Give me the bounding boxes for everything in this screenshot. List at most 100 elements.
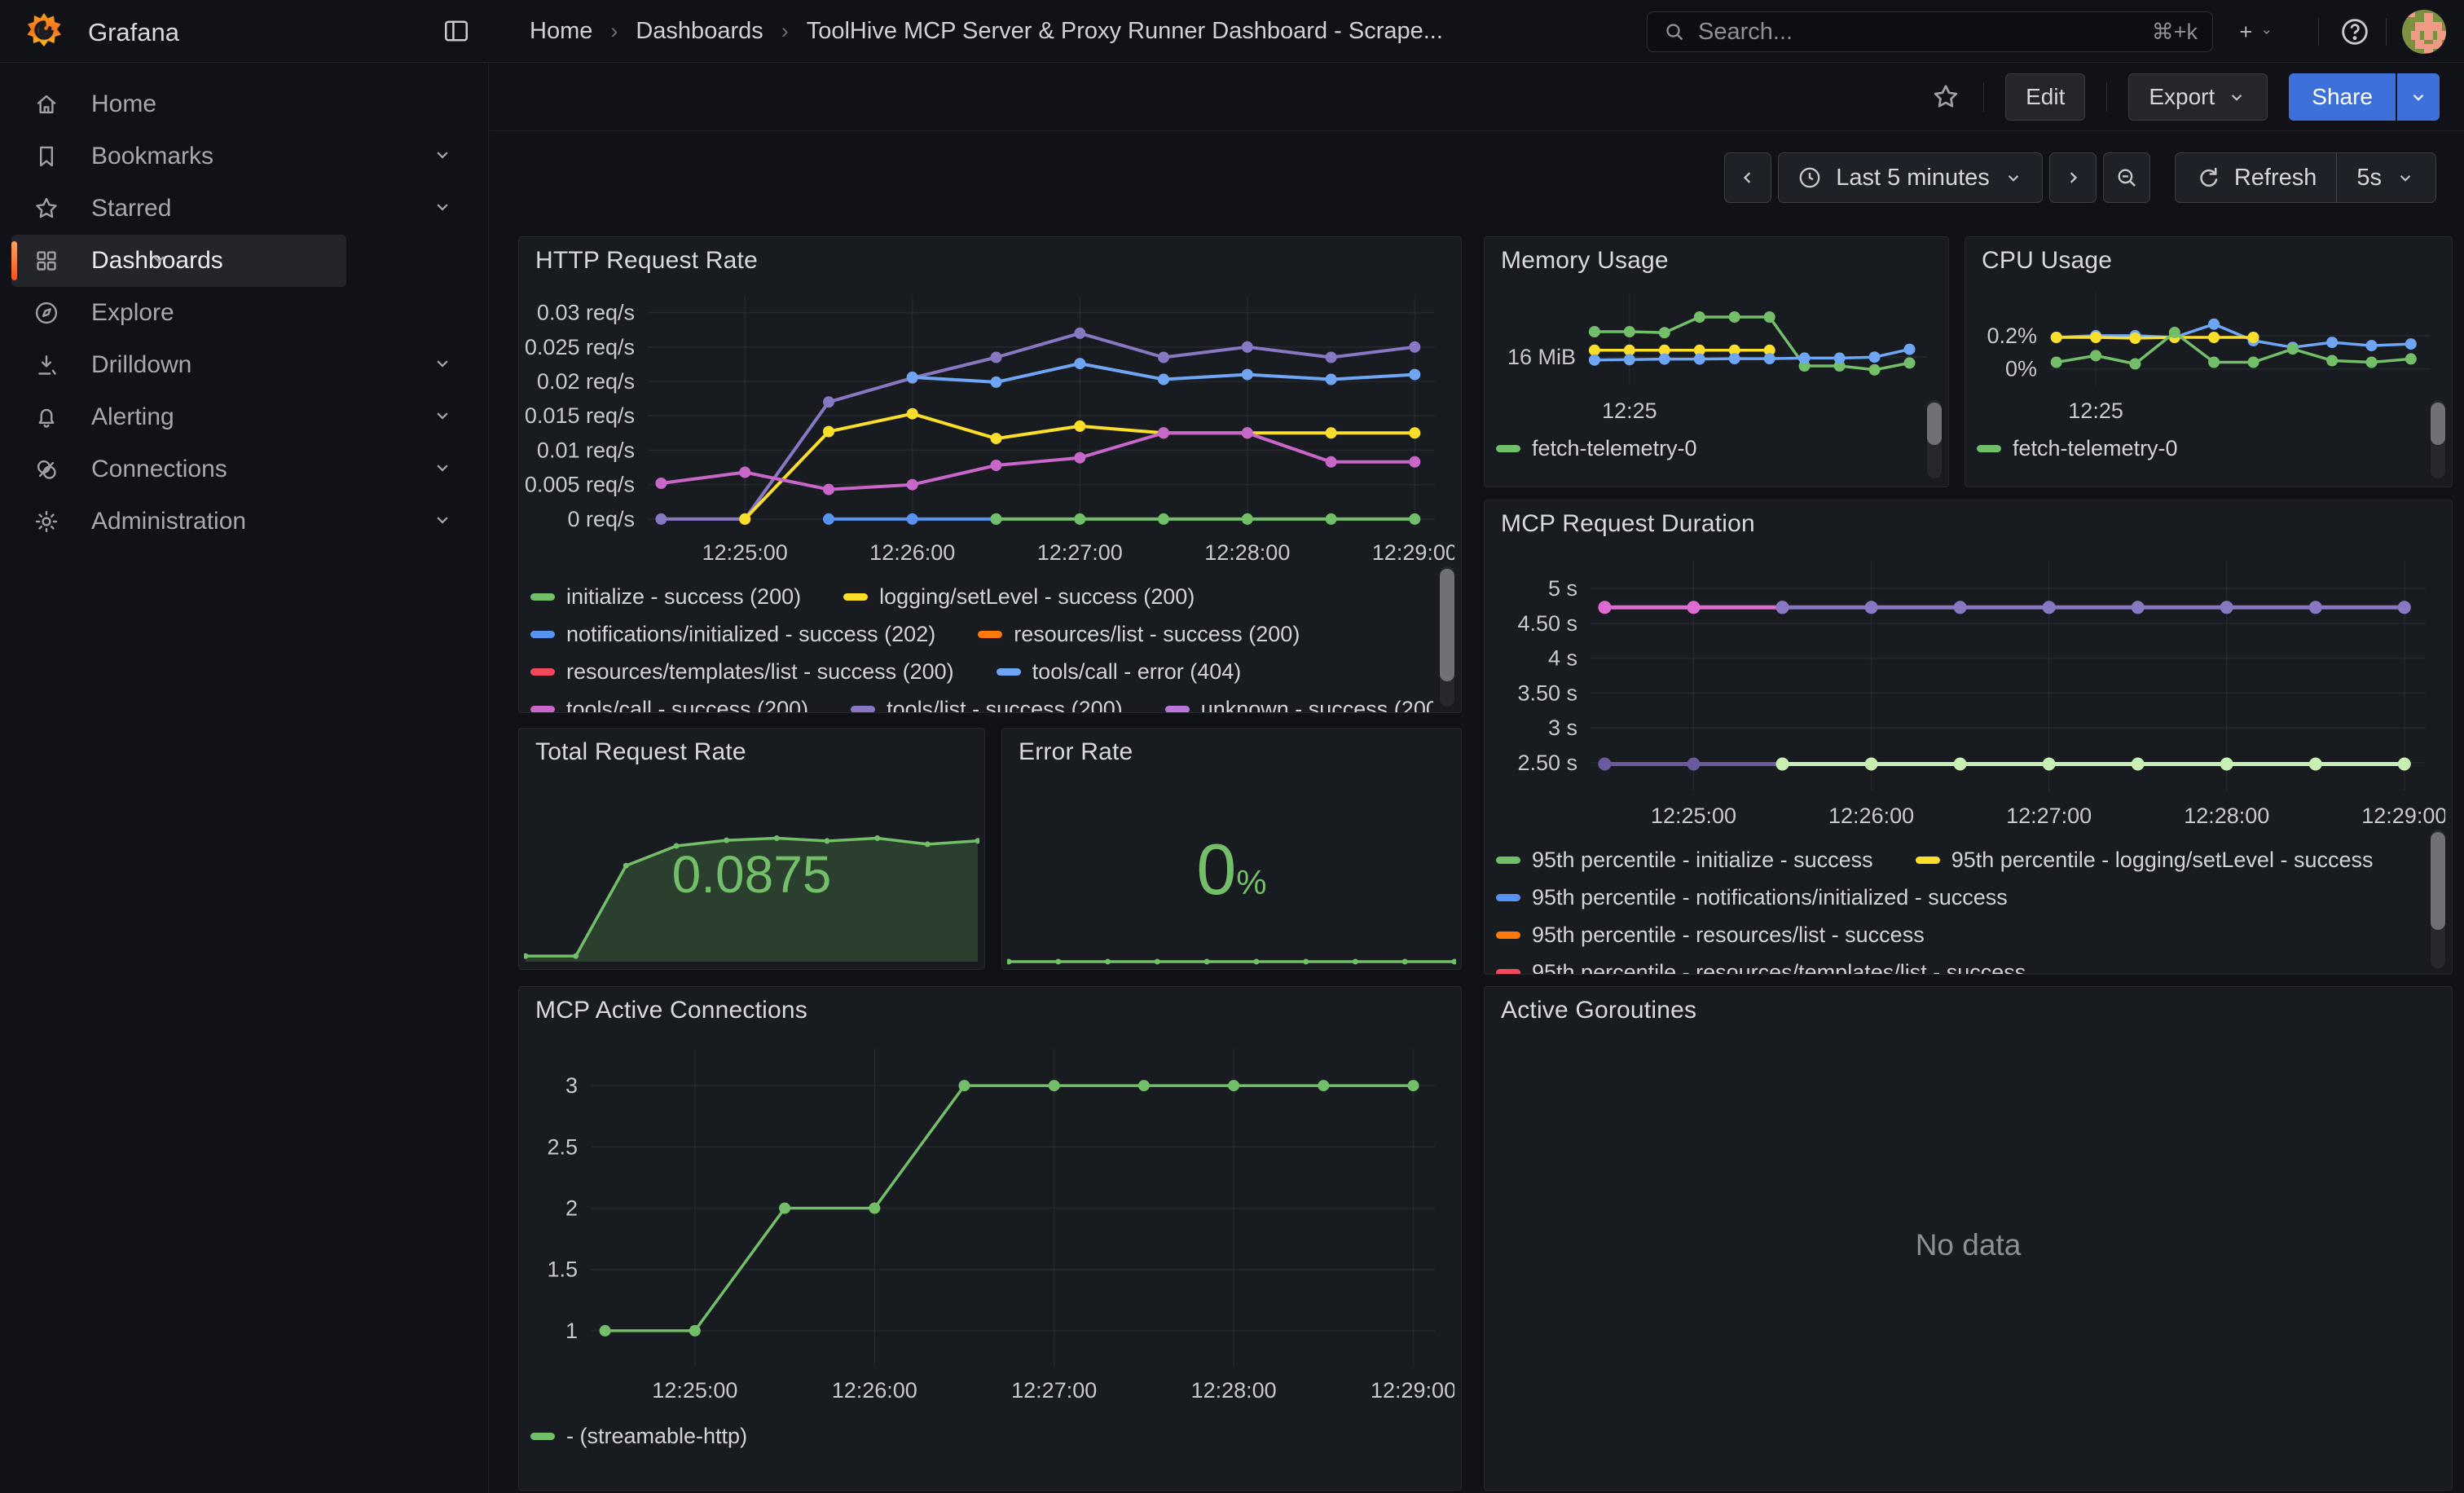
sidebar-item-dashboards[interactable]: Dashboards: [11, 235, 346, 287]
chevron-down-icon: [2395, 167, 2416, 188]
legend-item[interactable]: - (streamable-http): [530, 1424, 747, 1449]
legend-item[interactable]: 95th percentile - initialize - success: [1496, 848, 1873, 873]
breadcrumb-item[interactable]: Home: [530, 18, 592, 45]
svg-text:3 s: 3 s: [1548, 716, 1577, 740]
legend-item[interactable]: resources/list - success (200): [978, 622, 1300, 647]
time-forward-button[interactable]: [2049, 152, 2097, 203]
memory-legend: fetch-telemetry-0: [1496, 429, 1921, 483]
sidebar-item-bookmarks[interactable]: Bookmarks: [0, 130, 488, 183]
legend-item[interactable]: tools/list - success (200): [851, 697, 1123, 713]
panel-title[interactable]: Error Rate: [1019, 738, 1133, 766]
sidebar-item-home[interactable]: Home: [0, 78, 488, 130]
legend-item[interactable]: notifications/initialized - success (202…: [530, 622, 935, 647]
legend-item[interactable]: fetch-telemetry-0: [1496, 436, 1697, 461]
edit-button[interactable]: Edit: [2005, 73, 2085, 121]
legend-item[interactable]: 95th percentile - notifications/initiali…: [1496, 885, 2008, 910]
header-divider: [2386, 18, 2387, 46]
panel-mcp-active-connections: MCP Active Connections 12:25:0012:26:001…: [518, 986, 1462, 1491]
refresh-interval-select[interactable]: 5s: [2336, 153, 2435, 202]
error-rate-value: 0%: [1002, 828, 1461, 911]
panel-title[interactable]: MCP Request Duration: [1501, 510, 1755, 538]
sidebar-item-explore[interactable]: Explore: [0, 287, 488, 339]
chevron-down-icon: [2226, 86, 2247, 108]
avatar[interactable]: [2402, 10, 2446, 54]
search-input[interactable]: Search... ⌘+k: [1647, 11, 2213, 52]
search-icon: [1662, 20, 1687, 44]
time-range-picker[interactable]: Last 5 minutes: [1778, 152, 2043, 203]
help-icon[interactable]: [2337, 15, 2373, 49]
chevron-down-icon[interactable]: [431, 404, 454, 431]
breadcrumb-item[interactable]: ToolHive MCP Server & Proxy Runner Dashb…: [807, 18, 1443, 45]
apps-icon: [33, 247, 60, 275]
memory-usage-chart[interactable]: 12:2516 MiB: [1489, 280, 1942, 425]
legend-item[interactable]: 95th percentile - resources/templates/li…: [1496, 960, 2026, 975]
toolbar-divider: [1983, 82, 1984, 112]
legend-label: initialize - success (200): [566, 584, 801, 610]
panel-http-request-rate: HTTP Request Rate 12:25:0012:26:0012:27:…: [518, 236, 1462, 713]
chevron-down-icon[interactable]: [431, 143, 454, 170]
chevron-down-icon[interactable]: [431, 509, 454, 535]
legend-item[interactable]: 95th percentile - resources/list - succe…: [1496, 923, 1925, 948]
svg-text:3.50 s: 3.50 s: [1517, 680, 1577, 705]
legend-scrollbar[interactable]: [1927, 400, 1942, 478]
legend-item[interactable]: resources/templates/list - success (200): [530, 659, 954, 685]
toolbar-divider: [2106, 82, 2107, 112]
panel-title[interactable]: MCP Active Connections: [535, 997, 807, 1024]
legend-item[interactable]: 95th percentile - logging/setLevel - suc…: [1916, 848, 2374, 873]
time-back-button[interactable]: [1724, 152, 1771, 203]
panel-title[interactable]: Active Goroutines: [1501, 997, 1696, 1024]
sidebar-item-administration[interactable]: Administration: [0, 495, 488, 548]
http-request-rate-chart[interactable]: 12:25:0012:26:0012:27:0012:28:0012:29:00…: [524, 284, 1454, 571]
dock-menu-icon[interactable]: [440, 16, 473, 46]
svg-text:12:25:00: 12:25:00: [1651, 804, 1736, 828]
panel-active-goroutines: Active Goroutines No data: [1484, 986, 2453, 1491]
share-button[interactable]: Share: [2289, 73, 2440, 121]
zoom-out-button[interactable]: [2103, 152, 2150, 203]
chevron-left-icon: [1736, 166, 1759, 189]
svg-text:12:26:00: 12:26:00: [869, 540, 955, 565]
legend-scrollbar[interactable]: [1440, 566, 1454, 707]
breadcrumb-separator: ›: [610, 19, 618, 44]
breadcrumb-item[interactable]: Dashboards: [636, 18, 763, 45]
sidebar-item-label: Home: [91, 90, 156, 118]
panel-title[interactable]: Total Request Rate: [535, 738, 746, 766]
legend-item[interactable]: unknown - success (200): [1165, 697, 1433, 713]
panel-cpu-usage: CPU Usage 12:250%0.2% fetch-telemetry-0: [1965, 236, 2453, 487]
mcp-request-duration-chart[interactable]: 12:25:0012:26:0012:27:0012:28:0012:29:00…: [1489, 548, 2445, 835]
duration-legend: 95th percentile - initialize - success 95…: [1496, 841, 2424, 974]
panel-title[interactable]: Memory Usage: [1501, 247, 1669, 275]
legend-item[interactable]: tools/call - error (404): [997, 659, 1242, 685]
legend-label: 95th percentile - notifications/initiali…: [1532, 885, 2008, 910]
svg-text:2.50 s: 2.50 s: [1517, 751, 1577, 775]
mcp-active-connections-chart[interactable]: 12:25:0012:26:0012:27:0012:28:0012:29:00…: [524, 1036, 1454, 1411]
chevron-down-icon[interactable]: [431, 352, 454, 379]
time-controls: Last 5 minutes Refresh 5s: [490, 151, 2464, 205]
chevron-down-icon[interactable]: [431, 196, 454, 222]
refresh-button[interactable]: Refresh: [2176, 153, 2337, 202]
sidebar-item-alerting[interactable]: Alerting: [0, 391, 488, 443]
legend-scrollbar[interactable]: [2431, 830, 2445, 968]
sidebar-item-label: Starred: [91, 195, 171, 222]
sidebar-item-drilldown[interactable]: Drilldown: [0, 339, 488, 391]
legend-item[interactable]: logging/setLevel - success (200): [843, 584, 1195, 610]
sidebar-item-starred[interactable]: Starred: [0, 183, 488, 235]
legend-item[interactable]: initialize - success (200): [530, 584, 801, 610]
chevron-down-icon[interactable]: [147, 248, 170, 275]
legend-scrollbar[interactable]: [2431, 400, 2445, 478]
legend-item[interactable]: tools/call - success (200): [530, 697, 808, 713]
panel-memory-usage: Memory Usage 12:2516 MiB fetch-telemetry…: [1484, 236, 1949, 487]
chevron-down-icon[interactable]: [431, 456, 454, 483]
brand-title: Grafana: [88, 18, 179, 47]
add-button[interactable]: [2237, 15, 2273, 49]
panel-title[interactable]: CPU Usage: [1982, 247, 2112, 275]
legend-item[interactable]: fetch-telemetry-0: [1977, 436, 2178, 461]
cpu-usage-chart[interactable]: 12:250%0.2%: [1970, 280, 2445, 425]
sidebar-item-connections[interactable]: Connections: [0, 443, 488, 495]
export-button[interactable]: Export: [2128, 73, 2268, 121]
star-icon[interactable]: [1929, 81, 1962, 113]
svg-text:12:25:00: 12:25:00: [652, 1378, 737, 1403]
panel-title[interactable]: HTTP Request Rate: [535, 247, 758, 275]
grafana-logo-icon[interactable]: [24, 11, 64, 51]
chevron-down-icon: [2408, 86, 2429, 108]
share-menu-button[interactable]: [2396, 73, 2440, 121]
